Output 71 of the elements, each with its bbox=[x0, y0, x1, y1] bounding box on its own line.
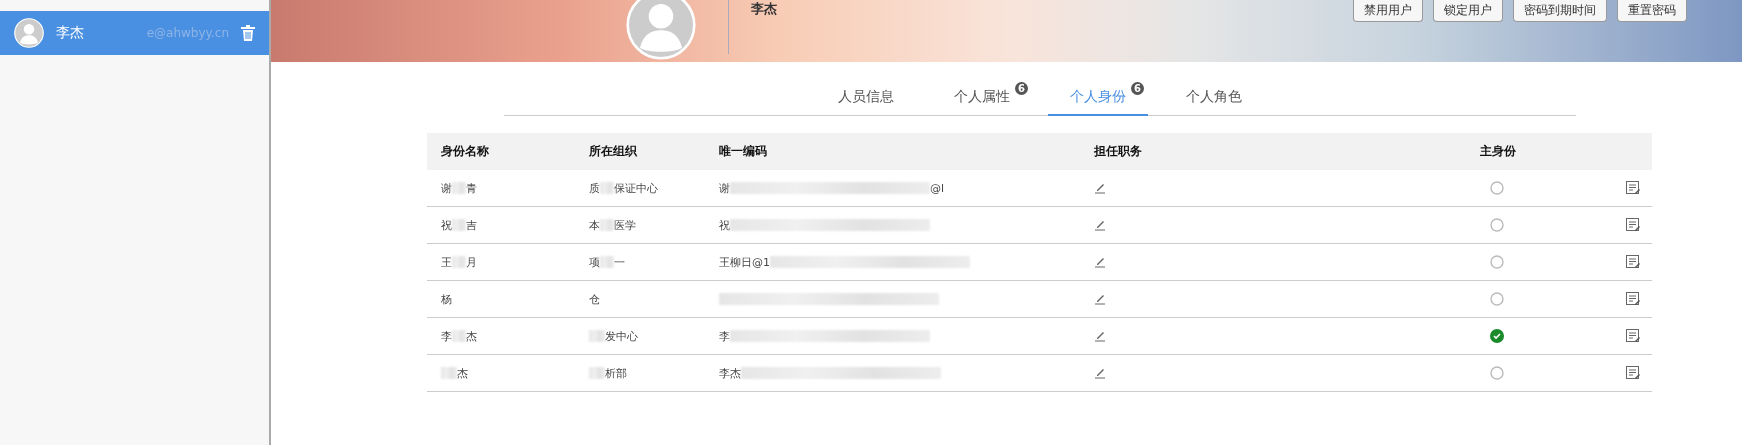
table-cell: 李 bbox=[719, 328, 730, 344]
radio-icon[interactable] bbox=[1490, 181, 1504, 195]
redaction-mark bbox=[452, 219, 466, 231]
action-button[interactable]: 密码到期时间 bbox=[1513, 0, 1607, 22]
profile-name: 李杰 bbox=[751, 0, 777, 18]
action-button[interactable]: 禁用用户 bbox=[1353, 0, 1423, 22]
redaction-mark bbox=[600, 256, 614, 268]
radio-icon[interactable] bbox=[1490, 218, 1504, 232]
redaction-mark bbox=[452, 256, 466, 268]
column-header: 身份名称 bbox=[440, 143, 490, 160]
table-cell: 青 bbox=[466, 180, 477, 196]
radio-icon[interactable] bbox=[1490, 255, 1504, 269]
radio-icon[interactable] bbox=[1490, 292, 1504, 306]
column-header: 所在组织 bbox=[588, 143, 638, 160]
table-cell: 杰 bbox=[466, 328, 477, 344]
table-cell: 祝 bbox=[719, 217, 730, 233]
count-badge: 6 bbox=[1131, 82, 1144, 95]
table-cell: 月 bbox=[466, 254, 477, 270]
avatar-icon bbox=[14, 18, 44, 48]
table-cell: 谢 bbox=[441, 180, 452, 196]
pencil-icon[interactable] bbox=[1094, 330, 1106, 342]
edit-list-icon[interactable] bbox=[1626, 218, 1641, 232]
table-cell: 仓 bbox=[589, 291, 600, 307]
table-cell: 项 bbox=[589, 254, 600, 270]
edit-list-icon[interactable] bbox=[1626, 181, 1641, 195]
table-cell: 王 bbox=[441, 254, 452, 270]
tab[interactable]: 个人属性 6 bbox=[932, 78, 1032, 116]
radio-icon[interactable] bbox=[1490, 366, 1504, 380]
redaction-mark bbox=[600, 219, 614, 231]
table-cell: @l bbox=[930, 181, 945, 195]
table-cell: 医学 bbox=[614, 217, 636, 233]
table-cell: 王柳日@1 bbox=[719, 254, 770, 270]
table-cell: 祝 bbox=[441, 217, 452, 233]
table-cell: 保证中心 bbox=[614, 180, 658, 196]
table-cell: 吉 bbox=[466, 217, 477, 233]
tab[interactable]: 人员信息 bbox=[816, 78, 916, 116]
avatar-icon bbox=[626, 0, 696, 60]
table-cell: 发中心 bbox=[605, 328, 638, 344]
user-name: 李杰 bbox=[56, 24, 85, 42]
pencil-icon[interactable] bbox=[1094, 182, 1106, 194]
pencil-icon[interactable] bbox=[1094, 367, 1106, 379]
table-cell: 杨 bbox=[441, 291, 452, 307]
table-cell: 本 bbox=[589, 217, 600, 233]
edit-list-icon[interactable] bbox=[1626, 366, 1641, 380]
tab[interactable]: 个人角色 bbox=[1164, 78, 1264, 116]
column-header: 唯一编码 bbox=[718, 143, 768, 160]
action-button[interactable]: 锁定用户 bbox=[1433, 0, 1503, 22]
edit-list-icon[interactable] bbox=[1626, 329, 1641, 343]
pencil-icon[interactable] bbox=[1094, 256, 1106, 268]
user-email: e@ahwbyy.cn bbox=[146, 26, 229, 40]
redaction-mark bbox=[452, 330, 466, 342]
table-cell: 杰 bbox=[457, 365, 468, 381]
trash-icon[interactable] bbox=[241, 25, 255, 41]
table-cell: 质 bbox=[589, 180, 600, 196]
table-cell: 李杰 bbox=[719, 365, 741, 381]
column-header: 担任职务 bbox=[1093, 143, 1143, 160]
tab[interactable]: 个人身份 6 bbox=[1048, 78, 1148, 116]
column-header: 主身份 bbox=[1480, 143, 1517, 160]
table-cell: 李 bbox=[441, 328, 452, 344]
pencil-icon[interactable] bbox=[1094, 219, 1106, 231]
count-badge: 6 bbox=[1015, 82, 1028, 95]
table-cell: 析部 bbox=[605, 365, 627, 381]
redaction-mark bbox=[452, 182, 466, 194]
edit-list-icon[interactable] bbox=[1626, 255, 1641, 269]
pencil-icon[interactable] bbox=[1094, 293, 1106, 305]
table-cell: 一 bbox=[614, 254, 625, 270]
check-circle-icon[interactable] bbox=[1490, 329, 1504, 343]
edit-list-icon[interactable] bbox=[1626, 292, 1641, 306]
table-cell: 谢 bbox=[719, 180, 730, 196]
action-button[interactable]: 重置密码 bbox=[1617, 0, 1687, 22]
redaction-mark bbox=[600, 182, 614, 194]
